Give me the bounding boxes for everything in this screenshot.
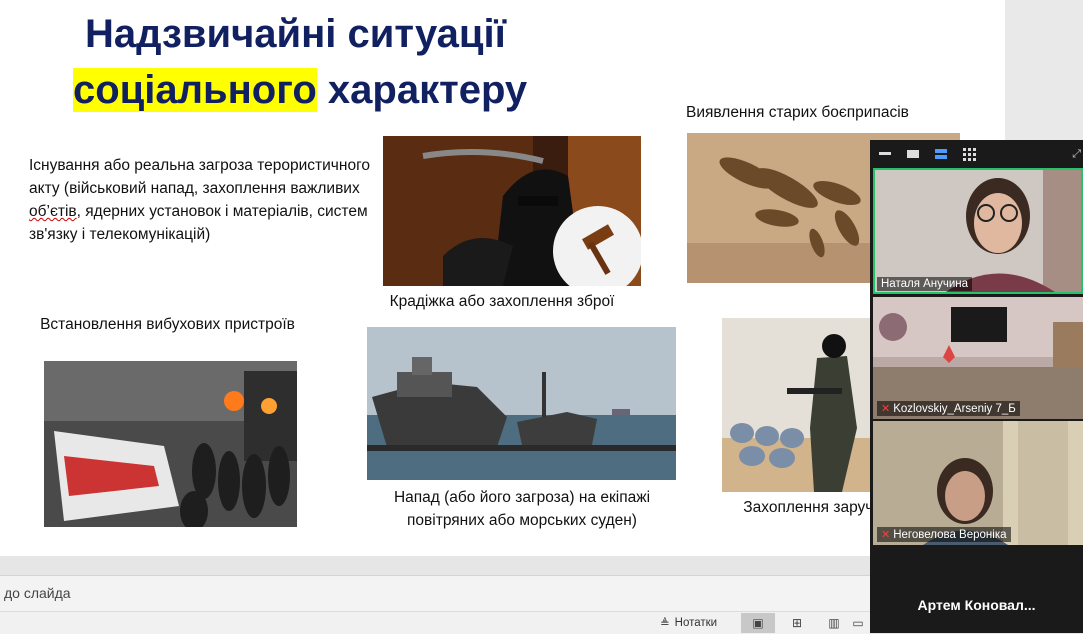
video-conference-panel: ⤢ Наталя Анучина ✕ Kozlovskiy_Arseniy 7_Б: [870, 140, 1083, 633]
title-line-2: соціального характеру: [73, 62, 527, 118]
participant-name-no-video[interactable]: Артем Коновал...: [870, 597, 1083, 613]
notes-pane[interactable]: до слайда: [0, 575, 870, 612]
participant-name-tag: Наталя Анучина: [877, 277, 973, 291]
ship-attack-photo[interactable]: [367, 327, 676, 480]
normal-view-button[interactable]: ▣: [741, 613, 775, 633]
title-rest: характеру: [316, 68, 528, 112]
participant-name-tag: ✕ Неговелова Вероніка: [877, 527, 1011, 542]
normal-view-icon: ▣: [752, 616, 764, 630]
grid-icon: ⊞: [791, 616, 803, 630]
gallery-view-icon[interactable]: [962, 147, 976, 161]
slideshow-icon: ▭: [852, 616, 864, 630]
participant-tile[interactable]: ✕ Kozlovskiy_Arseniy 7_Б: [873, 297, 1083, 419]
participant-tile[interactable]: Наталя Анучина: [873, 168, 1083, 294]
title-line-1: Надзвичайні ситуації: [85, 12, 506, 56]
book-icon: ▥: [828, 616, 840, 630]
slide-body-text: Існування або реальна загроза терористич…: [29, 157, 370, 243]
mic-muted-icon: ✕: [881, 403, 891, 415]
participant-tile[interactable]: ✕ Неговелова Вероніка: [873, 421, 1083, 545]
title-highlight: соціального: [73, 68, 317, 112]
expand-icon[interactable]: ⤢: [1072, 148, 1081, 161]
caption-ships: Напад (або його загроза) на екіпажі пові…: [393, 489, 651, 529]
notes-toggle-button[interactable]: ≜ Нотатки: [660, 614, 717, 632]
notes-placeholder: до слайда: [4, 585, 71, 601]
mic-muted-icon: ✕: [881, 529, 891, 541]
video-panel-toolbar: ⤢: [870, 140, 1083, 168]
hostage-taking-photo[interactable]: [722, 318, 882, 492]
notes-toggle-label: Нотатки: [674, 617, 718, 629]
participant-name-tag: ✕ Kozlovskiy_Arseniy 7_Б: [877, 401, 1020, 416]
caption-explosives: Встановлення вибухових пристроїв: [40, 316, 295, 333]
thumbnail-view-icon[interactable]: [906, 147, 920, 161]
slide-title: Надзвичайні ситуації соціального характе…: [73, 6, 527, 118]
explosives-photo[interactable]: [44, 361, 297, 527]
notes-icon: ≜: [660, 618, 670, 630]
status-bar: ≜ Нотатки ▣ ⊞ ▥ ▭: [0, 611, 870, 634]
spellcheck-word[interactable]: об’єтів: [29, 203, 77, 220]
slideshow-button[interactable]: ▭: [846, 613, 870, 633]
minimize-icon[interactable]: [878, 147, 892, 161]
weapons-theft-photo[interactable]: [383, 136, 641, 286]
slide-canvas[interactable]: Надзвичайні ситуації соціального характе…: [0, 0, 1005, 556]
caption-weapons: Крадіжка або захоплення зброї: [389, 293, 615, 310]
slide-sorter-button[interactable]: ⊞: [780, 613, 814, 633]
caption-munitions: Виявлення старих боєприпасів: [686, 104, 909, 121]
speaker-view-icon[interactable]: [934, 147, 948, 161]
